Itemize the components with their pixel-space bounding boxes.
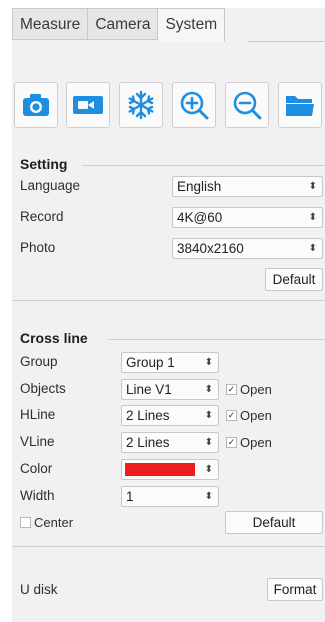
dropdown-arrow-icon: ⬍ bbox=[204, 384, 213, 395]
color-select[interactable]: ⬍ bbox=[121, 459, 219, 480]
vline-label: VLine bbox=[20, 434, 55, 449]
record-video-button[interactable] bbox=[66, 82, 110, 128]
zoom-in-icon bbox=[180, 91, 209, 120]
toolbar bbox=[12, 82, 325, 128]
language-select[interactable]: English ⬍ bbox=[172, 176, 323, 197]
vline-open-checkbox[interactable]: ✓ Open bbox=[226, 435, 272, 450]
zoom-in-button[interactable] bbox=[172, 82, 216, 128]
vline-open-label: Open bbox=[240, 435, 272, 450]
cross-line-default-button[interactable]: Default bbox=[225, 511, 323, 534]
hline-label: HLine bbox=[20, 407, 56, 422]
dropdown-arrow-icon: ⬍ bbox=[308, 181, 317, 192]
check-mark-icon: ✓ bbox=[226, 437, 237, 448]
video-record-icon bbox=[73, 96, 103, 114]
tab-system[interactable]: System bbox=[158, 8, 226, 42]
camera-icon bbox=[23, 94, 49, 116]
dropdown-arrow-icon: ⬍ bbox=[204, 437, 213, 448]
record-select[interactable]: 4K@60 ⬍ bbox=[172, 207, 323, 228]
hline-value: 2 Lines bbox=[126, 408, 170, 423]
tab-measure[interactable]: Measure bbox=[12, 8, 89, 40]
objects-open-label: Open bbox=[240, 382, 272, 397]
folder-icon bbox=[286, 96, 314, 116]
hline-open-checkbox[interactable]: ✓ Open bbox=[226, 408, 272, 423]
zoom-out-icon bbox=[233, 91, 262, 120]
check-mark-icon: ✓ bbox=[226, 410, 237, 421]
dropdown-arrow-icon: ⬍ bbox=[308, 212, 317, 223]
language-value: English bbox=[177, 179, 222, 194]
dropdown-arrow-icon: ⬍ bbox=[204, 491, 213, 502]
hline-select[interactable]: 2 Lines ⬍ bbox=[121, 405, 219, 426]
setting-section-divider bbox=[82, 165, 325, 166]
width-select[interactable]: 1 ⬍ bbox=[121, 486, 219, 507]
record-label: Record bbox=[20, 209, 64, 224]
capture-photo-button[interactable] bbox=[14, 82, 58, 128]
group-value: Group 1 bbox=[126, 355, 175, 370]
color-label: Color bbox=[20, 461, 53, 476]
dropdown-arrow-icon: ⬍ bbox=[204, 410, 213, 421]
vline-value: 2 Lines bbox=[126, 435, 170, 450]
dropdown-arrow-icon: ⬍ bbox=[308, 243, 317, 254]
cross-line-section-title: Cross line bbox=[20, 330, 88, 346]
tab-bar-underline bbox=[248, 41, 325, 42]
dropdown-arrow-icon: ⬍ bbox=[204, 464, 213, 475]
width-label: Width bbox=[20, 488, 55, 503]
group-label: Group bbox=[20, 354, 58, 369]
system-panel: Measure Camera System Setting Language E… bbox=[12, 8, 325, 622]
photo-select[interactable]: 3840x2160 ⬍ bbox=[172, 238, 323, 259]
hline-open-label: Open bbox=[240, 408, 272, 423]
language-label: Language bbox=[20, 178, 81, 193]
width-value: 1 bbox=[126, 489, 134, 504]
cross-line-section-divider bbox=[108, 339, 325, 340]
objects-label: Objects bbox=[20, 381, 66, 396]
objects-select[interactable]: Line V1 ⬍ bbox=[121, 379, 219, 400]
vline-select[interactable]: 2 Lines ⬍ bbox=[121, 432, 219, 453]
center-checkbox-box bbox=[20, 517, 31, 528]
freeze-snowflake-icon bbox=[128, 90, 154, 120]
freeze-button[interactable] bbox=[119, 82, 163, 128]
section-separator bbox=[12, 546, 325, 547]
record-value: 4K@60 bbox=[177, 210, 223, 225]
format-button[interactable]: Format bbox=[267, 578, 323, 601]
open-folder-button[interactable] bbox=[278, 82, 322, 128]
center-checkbox[interactable]: Center bbox=[20, 515, 73, 530]
photo-value: 3840x2160 bbox=[177, 241, 244, 256]
objects-open-checkbox[interactable]: ✓ Open bbox=[226, 382, 272, 397]
setting-default-button[interactable]: Default bbox=[265, 268, 323, 291]
setting-section-title: Setting bbox=[20, 156, 68, 172]
check-mark-icon: ✓ bbox=[226, 384, 237, 395]
tab-camera[interactable]: Camera bbox=[88, 8, 159, 40]
color-swatch bbox=[125, 463, 195, 476]
tab-bar: Measure Camera System bbox=[12, 8, 325, 42]
objects-value: Line V1 bbox=[126, 382, 172, 397]
dropdown-arrow-icon: ⬍ bbox=[204, 357, 213, 368]
group-select[interactable]: Group 1 ⬍ bbox=[121, 352, 219, 373]
photo-label: Photo bbox=[20, 240, 56, 255]
center-label: Center bbox=[34, 515, 74, 530]
udisk-label: U disk bbox=[20, 582, 58, 597]
section-separator bbox=[12, 300, 325, 301]
zoom-out-button[interactable] bbox=[225, 82, 269, 128]
